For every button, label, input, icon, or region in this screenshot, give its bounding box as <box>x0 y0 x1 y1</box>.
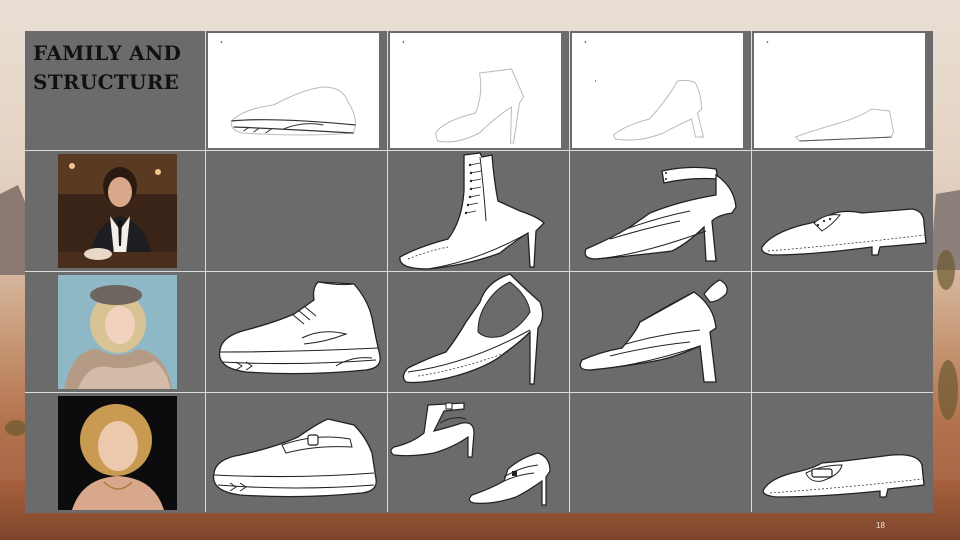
sketch-cell-sneaker <box>206 31 387 150</box>
sneaker-sketch <box>208 33 379 148</box>
shoe-cell-buckle-sneaker <box>206 393 387 513</box>
title-cell: FAMILY AND STRUCTURE <box>25 31 205 150</box>
chunky-sneaker-drawing <box>218 281 381 375</box>
shoe-cell-lace-up-oxford-flat <box>752 151 933 271</box>
background-shrub <box>938 360 958 420</box>
pump-sketch <box>572 33 743 148</box>
buckle-sneaker-drawing <box>212 418 377 498</box>
lace-up-oxford-flat-drawing <box>761 208 927 256</box>
shoe-cell-t-strap-sandal <box>570 272 751 392</box>
strappy-sandal-drawing <box>584 166 737 262</box>
slide-title: FAMILY AND STRUCTURE <box>33 41 182 94</box>
bootie-sketch <box>390 33 561 148</box>
shoe-cell-strappy-sandal <box>570 151 751 271</box>
sketch-cell-flat <box>752 31 933 150</box>
portrait-cell <box>25 272 205 392</box>
sketch-cell-pump <box>570 31 751 150</box>
shoe-cell-empty <box>570 393 751 513</box>
shoe-cell-lace-up-ankle-boot <box>388 151 569 271</box>
flat-sketch <box>754 33 925 148</box>
background-shrub <box>5 420 27 436</box>
shoe-cell-chunky-sneaker <box>206 272 387 392</box>
t-strap-sandal-drawing <box>579 279 728 383</box>
portrait-woman-waistcoat <box>58 154 177 268</box>
portrait-cell <box>25 151 205 271</box>
portrait-woman-blonde-curls <box>58 396 177 510</box>
buckle-loafer-drawing <box>762 454 925 498</box>
page-number: 18 <box>876 521 885 530</box>
portrait-woman-beret-fur <box>58 275 177 389</box>
cutout-bootie-drawing <box>402 273 544 385</box>
lace-up-ankle-boot-drawing <box>399 152 545 270</box>
portrait-cell <box>25 393 205 513</box>
shoe-family-grid: FAMILY AND STRUCTURE <box>25 31 933 513</box>
background-shrub <box>937 250 955 290</box>
shoe-cell-empty <box>206 151 387 271</box>
shoe-cell-buckle-loafer <box>752 393 933 513</box>
sketch-cell-bootie <box>388 31 569 150</box>
shoe-cell-strap-heels-pair <box>388 393 569 513</box>
shoe-cell-empty <box>752 272 933 392</box>
strap-heels-pair-drawing <box>390 402 551 506</box>
shoe-cell-cutout-bootie <box>388 272 569 392</box>
